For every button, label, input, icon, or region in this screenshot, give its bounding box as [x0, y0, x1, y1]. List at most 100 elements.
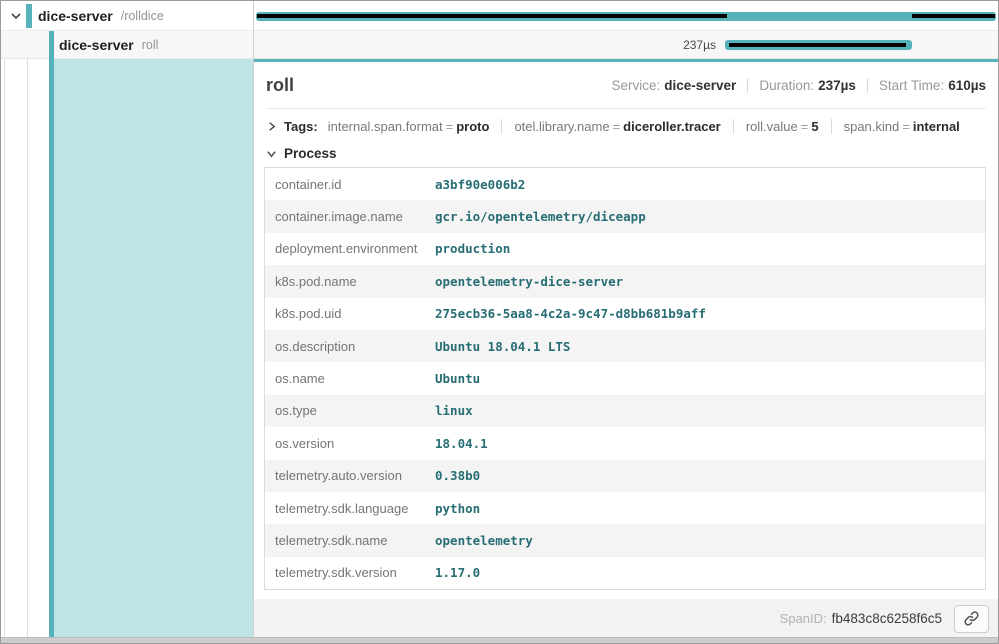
tag-equals: =: [610, 119, 624, 134]
process-key: k8s.pod.name: [265, 274, 435, 289]
meta-item: Start Time: 610µs: [867, 78, 986, 93]
service-color-stripe: [26, 4, 32, 28]
process-value: 1.17.0: [435, 565, 480, 580]
span-name-column[interactable]: dice-server roll: [1, 31, 253, 58]
tag-value: 5: [811, 119, 818, 134]
span-tree-expanded-gutter: [1, 59, 253, 638]
process-table-row: telemetry.sdk.version 1.17.0: [265, 557, 985, 589]
tag-equals: =: [899, 119, 913, 134]
tag-item: internal.span.format=proto: [328, 119, 490, 134]
process-key: k8s.pod.uid: [265, 306, 435, 321]
tags-section-label: Tags:: [284, 119, 318, 134]
span-name-column[interactable]: dice-server /rolldice: [1, 1, 253, 30]
process-value: production: [435, 241, 510, 256]
span-operation-title: roll: [266, 75, 294, 96]
process-value: a3bf90e006b2: [435, 177, 525, 192]
service-name: dice-server: [59, 37, 134, 53]
process-value: opentelemetry: [435, 533, 533, 548]
process-table-row: os.version 18.04.1: [265, 427, 985, 459]
process-key: os.type: [265, 403, 435, 418]
tag-key: otel.library.name: [514, 119, 609, 134]
meta-item: Service: dice-server: [611, 78, 736, 93]
jaeger-span-detail-view: dice-server /rolldice dice-server roll 2…: [0, 0, 999, 644]
process-table-row: os.type linux: [265, 395, 985, 427]
process-value: 275ecb36-5aa8-4c2a-9c47-d8bb681b9aff: [435, 306, 706, 321]
process-attributes-table: container.id a3bf90e006b2 container.imag…: [264, 167, 986, 590]
meta-label: Service:: [611, 78, 660, 93]
chevron-down-icon[interactable]: [266, 148, 277, 159]
operation-name: roll: [142, 38, 159, 52]
process-value: 0.38b0: [435, 468, 480, 483]
tag-equals: =: [443, 119, 457, 134]
process-table-row: container.image.name gcr.io/opentelemetr…: [265, 200, 985, 232]
tag-value: proto: [456, 119, 489, 134]
process-value: opentelemetry-dice-server: [435, 274, 623, 289]
meta-label: Duration:: [759, 78, 814, 93]
process-key: os.description: [265, 339, 435, 354]
process-key: os.version: [265, 436, 435, 451]
process-table-row: telemetry.sdk.language python: [265, 492, 985, 524]
indent-guide: [4, 59, 5, 638]
meta-item: Duration: 237µs: [747, 78, 856, 93]
process-value: Ubuntu: [435, 371, 480, 386]
spanid-label: SpanID:: [780, 611, 827, 626]
critical-path-segment: [912, 14, 995, 18]
process-value: python: [435, 501, 480, 516]
process-section-toggle[interactable]: Process: [266, 143, 986, 167]
process-table-row: k8s.pod.uid 275ecb36-5aa8-4c2a-9c47-d8bb…: [265, 298, 985, 330]
link-icon: [963, 610, 980, 627]
process-key: container.image.name: [265, 209, 435, 224]
process-key: container.id: [265, 177, 435, 192]
process-value: 18.04.1: [435, 436, 488, 451]
critical-path-segment: [729, 43, 905, 47]
tag-key: span.kind: [844, 119, 900, 134]
meta-label: Start Time:: [879, 78, 944, 93]
process-key: telemetry.sdk.name: [265, 533, 435, 548]
tag-key: roll.value: [746, 119, 798, 134]
span-detail-footer: SpanID: fb483c8c6258f6c5: [254, 599, 998, 638]
tag-item: roll.value=5: [733, 119, 819, 134]
process-table-row: k8s.pod.name opentelemetry-dice-server: [265, 265, 985, 297]
tag-equals: =: [798, 119, 812, 134]
meta-value: 610µs: [948, 78, 986, 93]
process-key: telemetry.auto.version: [265, 468, 435, 483]
tags-section-toggle[interactable]: Tags: internal.span.format=proto otel.li…: [266, 109, 986, 143]
span-row-roll[interactable]: dice-server roll 237µs: [1, 31, 999, 59]
selected-span-highlight: [54, 59, 253, 638]
service-color-stripe: [49, 31, 54, 59]
chevron-down-icon[interactable]: [10, 11, 22, 21]
process-key: deployment.environment: [265, 241, 435, 256]
process-table-row: os.description Ubuntu 18.04.1 LTS: [265, 330, 985, 362]
process-key: os.name: [265, 371, 435, 386]
meta-value: 237µs: [818, 78, 856, 93]
span-detail-panel: roll Service: dice-server Duration: 237µs …: [254, 59, 998, 638]
timeline-row: 237µs: [254, 31, 998, 58]
tags-summary: internal.span.format=proto otel.library.…: [328, 119, 960, 134]
process-table-row: telemetry.sdk.name opentelemetry: [265, 524, 985, 556]
process-table-row: deployment.environment production: [265, 233, 985, 265]
span-meta: Service: dice-server Duration: 237µs Start…: [611, 78, 986, 93]
process-key: telemetry.sdk.language: [265, 501, 435, 516]
process-table-row: telemetry.auto.version 0.38b0: [265, 460, 985, 492]
span-duration-label: 237µs: [683, 38, 716, 52]
process-value: Ubuntu 18.04.1 LTS: [435, 339, 570, 354]
critical-path-segment: [257, 14, 727, 18]
service-name: dice-server: [38, 8, 113, 24]
copy-span-link-button[interactable]: [954, 605, 989, 633]
process-table-row: os.name Ubuntu: [265, 362, 985, 394]
process-value: linux: [435, 403, 473, 418]
timeline-row: [254, 1, 998, 30]
span-detail-header: roll Service: dice-server Duration: 237µs …: [266, 62, 986, 109]
meta-value: dice-server: [664, 78, 736, 93]
tag-item: otel.library.name=diceroller.tracer: [501, 119, 720, 134]
indent-guide: [27, 59, 28, 638]
chevron-right-icon[interactable]: [266, 121, 277, 132]
process-key: telemetry.sdk.version: [265, 565, 435, 580]
tag-value: diceroller.tracer: [623, 119, 721, 134]
tag-item: span.kind=internal: [831, 119, 960, 134]
span-row-rolldice[interactable]: dice-server /rolldice: [1, 1, 999, 31]
process-value: gcr.io/opentelemetry/diceapp: [435, 209, 646, 224]
spanid-value: fb483c8c6258f6c5: [832, 611, 942, 626]
horizontal-scrollbar[interactable]: [1, 637, 998, 643]
tag-key: internal.span.format: [328, 119, 443, 134]
